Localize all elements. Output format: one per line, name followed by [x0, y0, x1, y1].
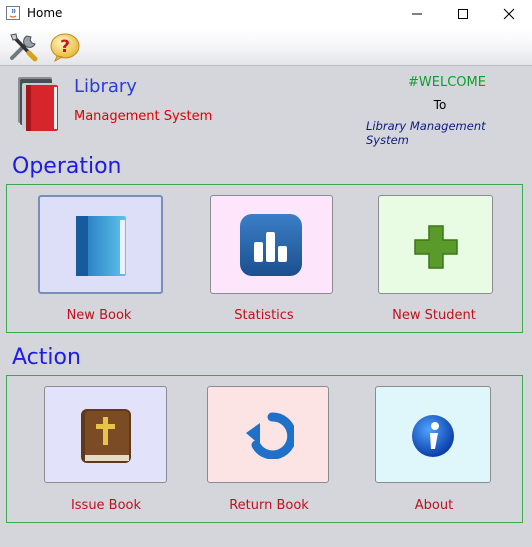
maximize-icon: [458, 9, 468, 19]
return-book-label: Return Book: [229, 498, 309, 513]
book-icon: [76, 216, 126, 276]
new-student-label: New Student: [392, 308, 476, 323]
statistics-label: Statistics: [234, 308, 294, 323]
action-panel: Issue Book Return Book About: [6, 375, 523, 523]
to-text: To: [433, 98, 447, 112]
library-books-icon: [18, 77, 58, 131]
plus-icon: [414, 225, 458, 269]
svg-text:?: ?: [60, 37, 70, 57]
java-app-icon: [6, 6, 20, 20]
title-bar: Home: [0, 0, 532, 28]
issue-book-label: Issue Book: [70, 498, 142, 513]
statistics-icon: [240, 214, 302, 276]
help-icon[interactable]: ?: [49, 32, 81, 62]
welcome-text: #WELCOME: [408, 75, 486, 90]
tools-icon[interactable]: [7, 32, 39, 62]
operation-panel: New Book Statistics New Student: [6, 184, 523, 333]
close-button[interactable]: [486, 0, 532, 28]
return-arrow-icon: [246, 412, 294, 459]
library-subtitle: Management System: [74, 109, 213, 124]
info-icon: [412, 415, 454, 457]
system-name-text: Library Management System: [366, 119, 486, 147]
close-icon: [503, 8, 515, 20]
toolbar: ?: [0, 28, 532, 66]
bible-icon: [81, 409, 131, 463]
new-book-label: New Book: [66, 308, 132, 323]
issue-book-button[interactable]: [44, 386, 167, 483]
operation-title: Operation: [12, 154, 122, 179]
about-label: About: [414, 498, 454, 513]
window-title: Home: [27, 6, 63, 20]
new-book-button[interactable]: [38, 195, 163, 294]
maximize-button[interactable]: [440, 0, 486, 28]
about-button[interactable]: [375, 386, 491, 483]
return-book-button[interactable]: [207, 386, 329, 483]
action-title: Action: [12, 345, 81, 370]
new-student-button[interactable]: [378, 195, 493, 294]
statistics-button[interactable]: [210, 195, 333, 294]
library-title: Library: [74, 76, 137, 97]
minimize-button[interactable]: [394, 0, 440, 28]
minimize-icon: [412, 13, 422, 15]
